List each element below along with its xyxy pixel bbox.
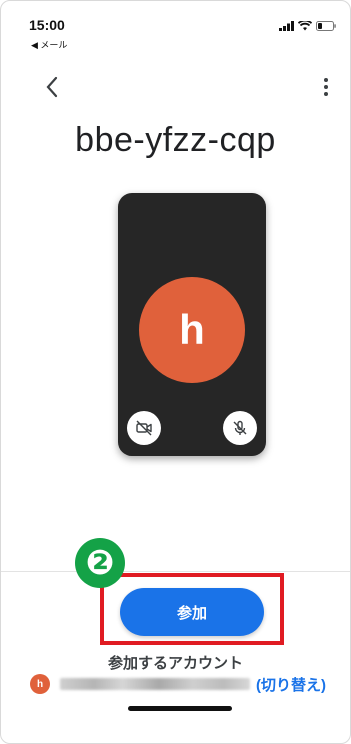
wifi-icon: [298, 21, 312, 31]
highlight-box: [100, 573, 284, 645]
back-icon[interactable]: [39, 73, 67, 101]
account-avatar: h: [30, 674, 50, 694]
videocam-off-icon: [136, 420, 152, 436]
user-avatar: h: [139, 277, 245, 383]
switch-account-link[interactable]: (切り替え): [256, 674, 326, 695]
step-number-badge: ❷: [75, 538, 125, 588]
self-preview-card: h: [118, 193, 266, 456]
meeting-code-title: bbe-yfzz-cqp: [75, 121, 276, 159]
mic-off-icon: [233, 420, 247, 435]
battery-icon: [316, 21, 336, 31]
account-row: h (切り替え): [30, 672, 326, 696]
status-time: 15:00: [29, 17, 65, 33]
more-vert-icon[interactable]: [320, 73, 332, 101]
camera-toggle-button[interactable]: [127, 411, 161, 445]
back-to-app-link[interactable]: ◀ メール: [31, 38, 67, 51]
account-email-redacted: [60, 678, 250, 690]
home-indicator[interactable]: [128, 706, 232, 711]
mic-toggle-button[interactable]: [223, 411, 257, 445]
join-account-label: 参加するアカウント: [107, 655, 243, 672]
signal-icon: [279, 21, 294, 31]
status-indicators: [279, 21, 336, 31]
phone-screen: 15:00 ◀ メール bbe-yfzz-cqp h ❷ 参加 参加するアカウン…: [0, 0, 351, 744]
section-divider: [1, 571, 350, 572]
